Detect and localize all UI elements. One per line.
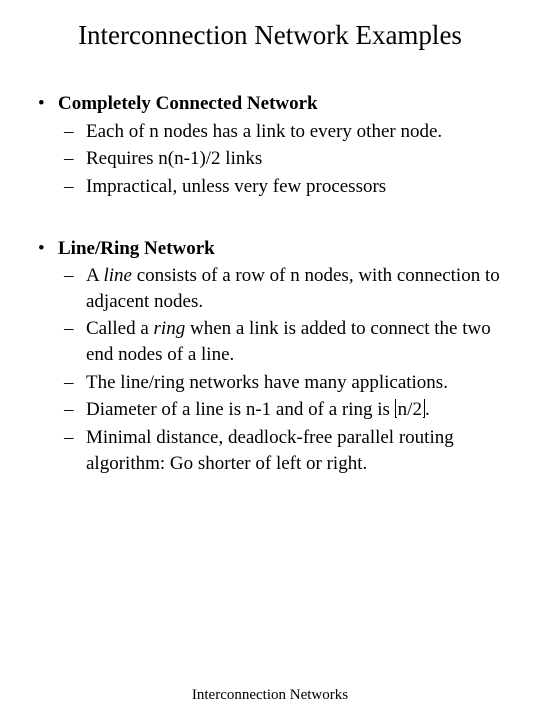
list-item: Impractical, unless very few processors bbox=[58, 174, 504, 200]
section-line-ring: Line/Ring Network A line consists of a r… bbox=[36, 236, 504, 477]
slide: Interconnection Network Examples Complet… bbox=[0, 0, 540, 720]
slide-footer: Interconnection Networks bbox=[0, 687, 540, 704]
list-item: Minimal distance, deadlock-free parallel… bbox=[58, 425, 504, 476]
list-item: Requires n(n-1)/2 links bbox=[58, 146, 504, 172]
sub-list: Each of n nodes has a link to every othe… bbox=[58, 119, 504, 200]
sub-list: A line consists of a row of n nodes, wit… bbox=[58, 263, 504, 476]
section-heading: Line/Ring Network bbox=[58, 238, 215, 259]
list-item: The line/ring networks have many applica… bbox=[58, 370, 504, 396]
bullet-list: Completely Connected Network Each of n n… bbox=[36, 91, 504, 476]
list-item: Diameter of a line is n-1 and of a ring … bbox=[58, 397, 504, 423]
list-item: Called a ring when a link is added to co… bbox=[58, 316, 504, 367]
section-heading: Completely Connected Network bbox=[58, 93, 318, 114]
section-completely-connected: Completely Connected Network Each of n n… bbox=[36, 91, 504, 200]
list-item: Each of n nodes has a link to every othe… bbox=[58, 119, 504, 145]
page-title: Interconnection Network Examples bbox=[36, 20, 504, 51]
list-item: A line consists of a row of n nodes, wit… bbox=[58, 263, 504, 314]
